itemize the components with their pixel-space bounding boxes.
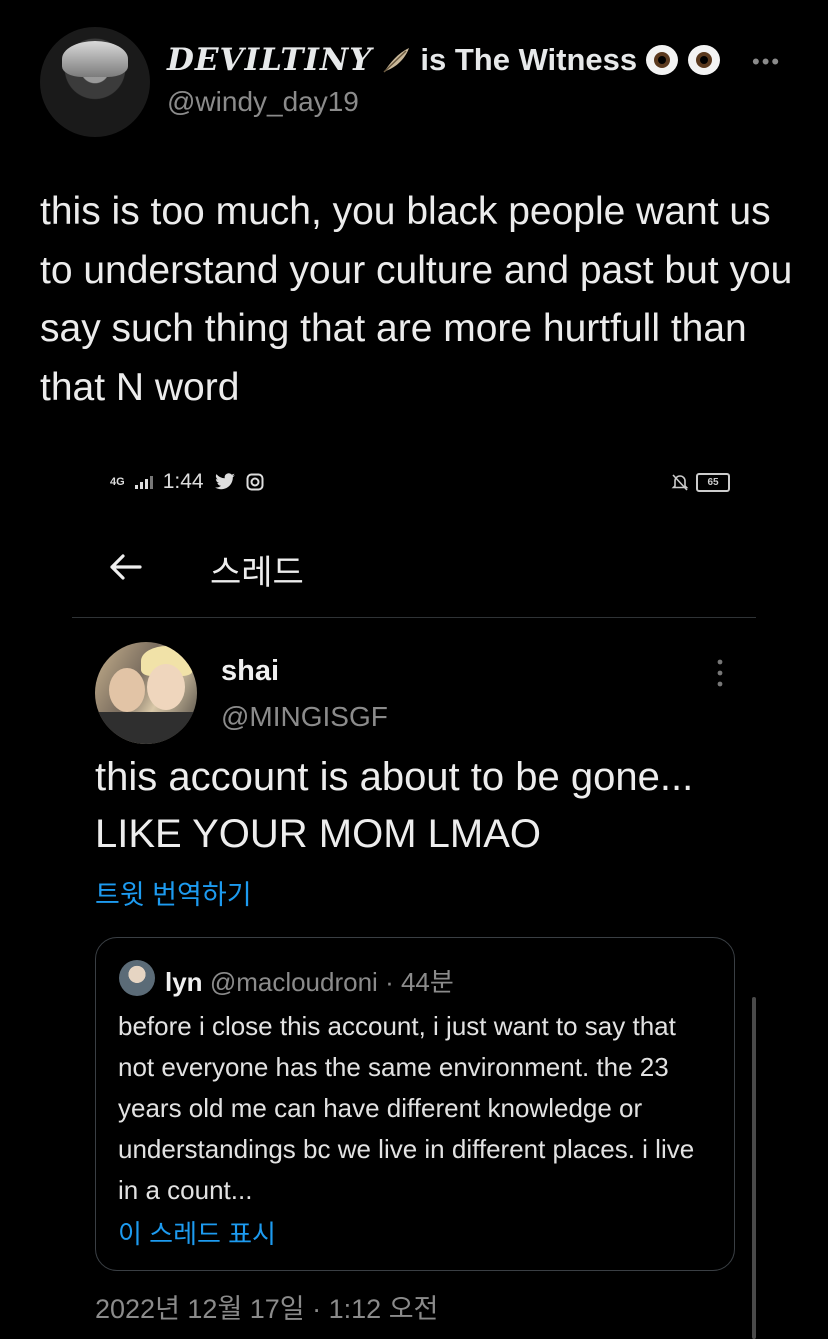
author-handle[interactable]: @MINGISGF — [221, 701, 388, 733]
status-time: 1:44 — [162, 470, 204, 493]
display-name[interactable]: DEVILTINY is The Witness — [167, 42, 721, 78]
translate-tweet-link[interactable]: 트윗 번역하기 — [95, 873, 252, 912]
quoted-tweet-time: · 44분 — [385, 967, 454, 997]
user-handle[interactable]: @windy_day19 — [167, 86, 359, 118]
avatar — [119, 960, 155, 996]
arrow-left-icon[interactable] — [106, 548, 144, 586]
instagram-icon — [246, 473, 264, 491]
more-vertical-icon[interactable] — [712, 656, 728, 690]
bell-muted-icon — [671, 474, 689, 491]
avatar[interactable] — [95, 642, 197, 744]
header-divider — [72, 617, 756, 618]
profile-avatar[interactable] — [40, 27, 150, 137]
eye-icon — [688, 45, 721, 75]
scrollbar[interactable] — [752, 997, 756, 1339]
eye-icon — [646, 45, 679, 75]
display-name-text: is The Witness — [420, 42, 638, 77]
tweet-text: this account is about to be gone... LIKE… — [95, 755, 694, 856]
tweet-text: this is too much, you black people want … — [40, 190, 793, 409]
signal-icon — [134, 476, 153, 489]
quoted-tweet-header: lyn @macloudroni · 44분 — [165, 962, 454, 999]
author-name[interactable]: shai — [221, 655, 279, 688]
feather-icon — [383, 48, 410, 73]
battery-icon: 65 — [696, 472, 730, 492]
screen-title: 스레드 — [210, 554, 304, 592]
quoted-author-name: lyn — [165, 967, 203, 997]
status-bar: 4G 1:44 65 — [110, 470, 730, 500]
quoted-tweet-text: before i close this account, i just want… — [118, 1011, 695, 1205]
twitter-bird-icon — [214, 473, 235, 490]
show-thread-link[interactable]: 이 스레드 표시 — [118, 1214, 276, 1251]
display-name-fancy: DEVILTINY — [167, 42, 373, 78]
tweet-timestamp: 2022년 12월 17일 · 1:12 오전 — [95, 1294, 439, 1324]
network-icon: 4G — [110, 476, 125, 488]
quoted-author-handle: @macloudroni — [209, 967, 378, 997]
more-horizontal-icon[interactable]: ••• — [752, 51, 788, 73]
